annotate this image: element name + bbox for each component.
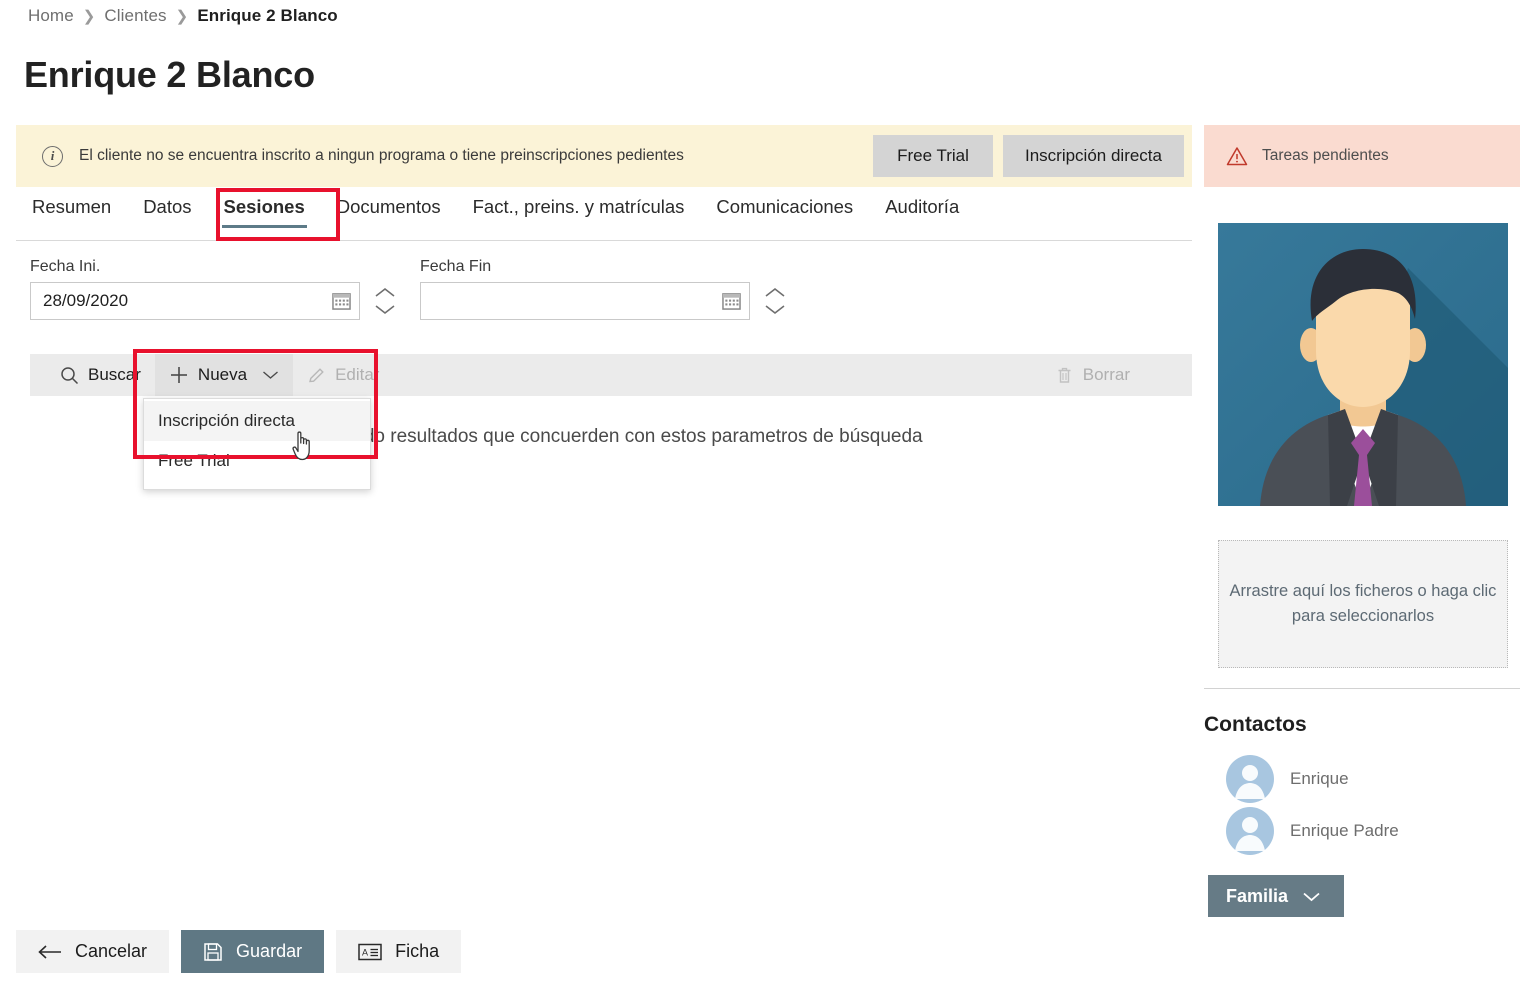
contacts-section-title: Contactos <box>1204 713 1307 736</box>
warning-triangle-icon <box>1226 147 1248 166</box>
svg-text:A: A <box>362 947 368 957</box>
breadcrumb-item-current: Enrique 2 Blanco <box>197 6 338 25</box>
tab-resumen[interactable]: Resumen <box>16 192 127 232</box>
person-avatar-icon <box>1226 807 1274 855</box>
breadcrumb-chevron-icon: ❯ <box>175 8 189 25</box>
info-circle-icon: i <box>42 145 63 167</box>
client-detail-page: Home ❯ Clientes ❯ Enrique 2 Blanco Enriq… <box>0 0 1534 1008</box>
tareas-pendientes-label: Tareas pendientes <box>1262 147 1389 164</box>
person-avatar-icon <box>1226 755 1274 803</box>
page-title: Enrique 2 Blanco <box>24 54 315 95</box>
fecha-fin-field: Fecha Fin <box>420 258 786 320</box>
ficha-button[interactable]: A Ficha <box>336 930 462 973</box>
right-sidebar: Tareas pendientes Arrastre aquí los fich… <box>1204 125 1520 917</box>
fecha-ini-stepper[interactable] <box>374 287 396 315</box>
breadcrumb-item-home[interactable]: Home <box>28 6 74 26</box>
editar-command-label: Editar <box>335 365 380 384</box>
tab-documentos[interactable]: Documentos <box>321 192 457 232</box>
search-icon <box>61 366 79 384</box>
chevron-up-icon[interactable] <box>374 287 396 298</box>
borrar-command: Borrar <box>1041 354 1144 396</box>
client-avatar <box>1218 223 1508 506</box>
guardar-button[interactable]: Guardar <box>181 930 325 973</box>
form-action-bar: Cancelar Guardar A Ficha <box>16 930 462 973</box>
breadcrumb-chevron-icon: ❯ <box>82 8 96 25</box>
fecha-fin-input-wrapper[interactable] <box>420 282 750 320</box>
save-icon <box>204 942 222 961</box>
tab-sesiones[interactable]: Sesiones <box>208 192 321 232</box>
tareas-pendientes-alert[interactable]: Tareas pendientes <box>1204 125 1520 187</box>
arrow-left-icon <box>38 944 61 959</box>
breadcrumb: Home ❯ Clientes ❯ Enrique 2 Blanco <box>28 6 338 26</box>
info-banner-actions: Free Trial Inscripción directa <box>872 135 1184 177</box>
fecha-fin-stepper[interactable] <box>764 287 786 315</box>
fecha-ini-label: Fecha Ini. <box>30 258 101 275</box>
calendar-icon[interactable] <box>332 292 351 310</box>
grid-command-bar: Buscar Nueva Editar Borrar <box>30 354 1192 396</box>
inscripcion-directa-button[interactable]: Inscripción directa <box>1002 135 1184 177</box>
mouse-cursor-pointer-icon <box>292 431 310 461</box>
plus-icon <box>170 367 187 383</box>
tab-comunicaciones[interactable]: Comunicaciones <box>700 192 869 232</box>
file-dropzone-label: Arrastre aquí los ficheros o haga clic p… <box>1229 582 1497 625</box>
cancelar-button[interactable]: Cancelar <box>16 930 170 973</box>
avatar-illustration <box>1218 223 1508 506</box>
editar-command: Editar <box>293 354 393 396</box>
id-card-icon: A <box>358 943 382 960</box>
breadcrumb-item-clientes[interactable]: Clientes <box>104 6 166 26</box>
familia-button-label: Familia <box>1226 885 1289 906</box>
contact-name: Enrique <box>1290 769 1349 788</box>
date-filter-row: Fecha Ini. 28/09/2020 Fecha Fin <box>16 258 1192 338</box>
fecha-fin-input[interactable] <box>421 283 749 319</box>
chevron-down-icon[interactable] <box>374 304 396 315</box>
familia-dropdown-button[interactable]: Familia <box>1208 875 1344 917</box>
tab-bar-divider <box>16 240 1192 241</box>
guardar-button-label: Guardar <box>236 941 303 961</box>
tab-bar: Resumen Datos Sesiones Documentos Fact.,… <box>16 192 1192 240</box>
nueva-dropdown-menu: Inscripción directa Free Trial <box>143 398 371 490</box>
sidebar-divider <box>1204 688 1520 689</box>
search-command-label: Buscar <box>88 365 141 384</box>
dropdown-item-free-trial[interactable]: Free Trial <box>144 441 370 481</box>
contact-item-enrique-padre[interactable]: Enrique Padre <box>1226 807 1399 855</box>
dropdown-item-inscripcion-directa[interactable]: Inscripción directa <box>144 401 370 441</box>
fecha-ini-input-wrapper[interactable] <box>30 282 360 320</box>
info-banner: i El cliente no se encuentra inscrito a … <box>16 125 1192 187</box>
info-banner-message: El cliente no se encuentra inscrito a ni… <box>79 147 684 164</box>
contact-item-enrique[interactable]: Enrique <box>1226 755 1349 803</box>
fecha-ini-field: Fecha Ini. <box>30 258 396 320</box>
tab-auditoria[interactable]: Auditoría <box>869 192 975 232</box>
chevron-down-icon[interactable] <box>764 304 786 315</box>
free-trial-button[interactable]: Free Trial <box>872 135 993 177</box>
trash-icon <box>1058 367 1071 383</box>
nueva-command-label: Nueva <box>197 365 248 384</box>
file-dropzone[interactable]: Arrastre aquí los ficheros o haga clic p… <box>1218 540 1508 668</box>
tab-datos[interactable]: Datos <box>127 192 207 232</box>
pencil-icon <box>309 367 324 382</box>
chevron-down-icon <box>263 371 279 379</box>
contact-name: Enrique Padre <box>1290 821 1399 840</box>
cancelar-button-label: Cancelar <box>75 941 148 961</box>
fecha-fin-label: Fecha Fin <box>420 258 492 275</box>
chevron-down-icon <box>1303 892 1320 901</box>
borrar-command-label: Borrar <box>1082 365 1130 384</box>
nueva-command[interactable]: Nueva <box>154 354 294 396</box>
fecha-ini-input[interactable] <box>31 283 359 319</box>
ficha-button-label: Ficha <box>395 941 440 961</box>
chevron-up-icon[interactable] <box>764 287 786 298</box>
calendar-icon[interactable] <box>722 292 741 310</box>
search-command[interactable]: Buscar <box>46 354 155 396</box>
tab-fact-preins-matriculas[interactable]: Fact., preins. y matrículas <box>457 192 701 232</box>
